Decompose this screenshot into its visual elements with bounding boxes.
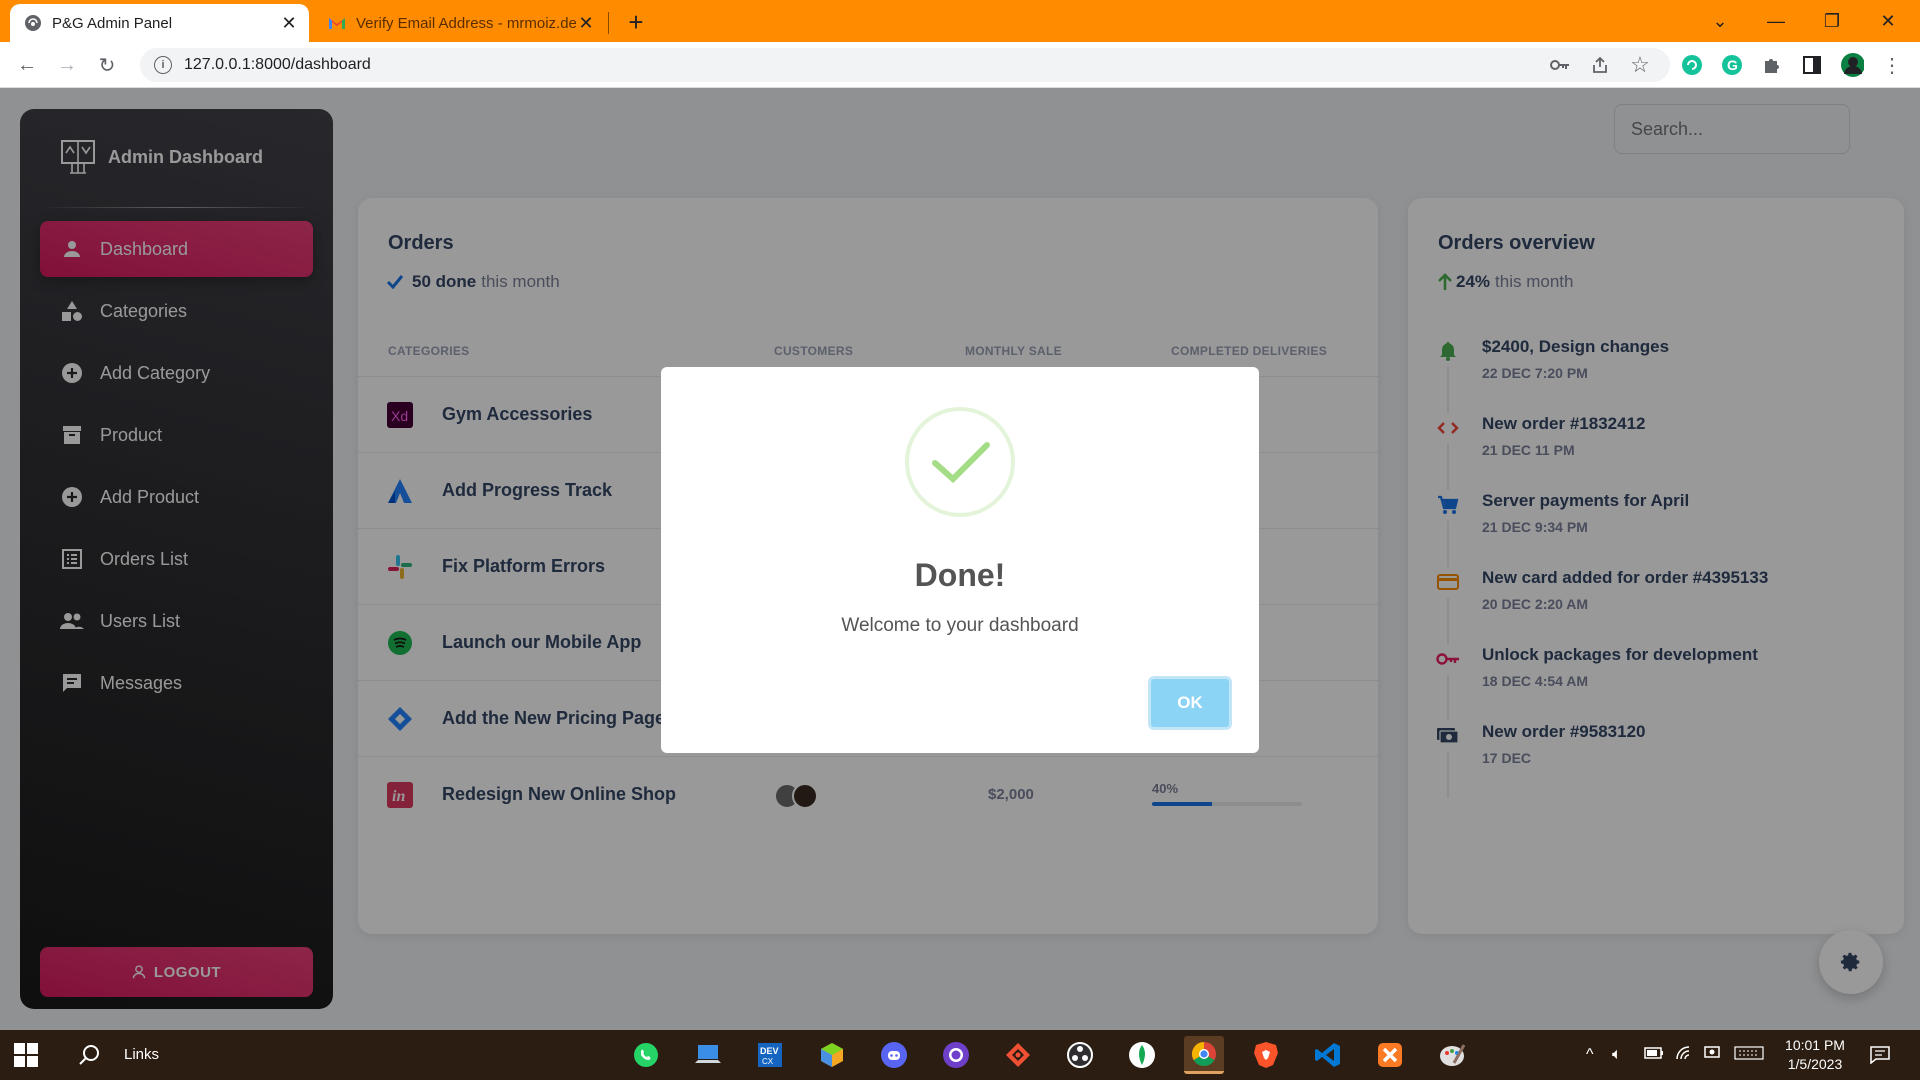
- windows-start-icon[interactable]: [14, 1043, 38, 1067]
- whatsapp-icon[interactable]: [626, 1036, 666, 1074]
- close-tab-icon[interactable]: ✕: [279, 13, 299, 33]
- success-dialog: Done! Welcome to your dashboard OK: [661, 367, 1259, 753]
- close-window-button[interactable]: ✕: [1860, 0, 1916, 42]
- wifi-icon[interactable]: [1676, 1046, 1694, 1065]
- tab-divider: [608, 12, 609, 34]
- tab-title: Verify Email Address - mrmoiz.de: [356, 14, 576, 32]
- gmail-icon: [328, 14, 346, 32]
- svg-text:CX: CX: [762, 1057, 774, 1066]
- minimize-button[interactable]: —: [1748, 0, 1804, 42]
- tab-verify-email[interactable]: Verify Email Address - mrmoiz.de ✕: [318, 4, 606, 42]
- site-info-icon[interactable]: i: [154, 56, 172, 74]
- forward-button[interactable]: →: [52, 50, 82, 80]
- tray-chevron-up-icon[interactable]: ^: [1586, 1046, 1594, 1064]
- laptop-app-icon[interactable]: [688, 1036, 728, 1074]
- devcx-icon[interactable]: DEV CX: [750, 1036, 790, 1074]
- new-tab-button[interactable]: +: [622, 7, 650, 37]
- git-icon[interactable]: [998, 1036, 1038, 1074]
- clock-time: 10:01 PM: [1785, 1037, 1845, 1053]
- paint-app-icon[interactable]: [1432, 1036, 1472, 1074]
- address-bar: ← → ↻ i 127.0.0.1:8000/dashboard ☆ G ⋮: [0, 42, 1920, 88]
- battery-icon[interactable]: [1644, 1046, 1664, 1064]
- grammarly-icon[interactable]: G: [1720, 53, 1744, 77]
- taskbar-search-icon[interactable]: [78, 1044, 100, 1071]
- side-panel-icon[interactable]: [1800, 53, 1824, 77]
- url-text: 127.0.0.1:8000/dashboard: [184, 56, 371, 73]
- windows-taskbar: Links DEV CX ^ 🔈︎ 10:01 PM 1/5/2023: [0, 1030, 1920, 1080]
- restore-button[interactable]: ❐: [1804, 0, 1860, 42]
- github-icon[interactable]: [936, 1036, 976, 1074]
- xampp-icon[interactable]: [1370, 1036, 1410, 1074]
- ok-button[interactable]: OK: [1148, 676, 1232, 730]
- vscode-icon[interactable]: [1308, 1036, 1348, 1074]
- discord-icon[interactable]: [874, 1036, 914, 1074]
- mongodb-icon[interactable]: [1122, 1036, 1162, 1074]
- url-field[interactable]: i 127.0.0.1:8000/dashboard: [140, 48, 1670, 82]
- taskbar-search-label[interactable]: Links: [124, 1046, 159, 1063]
- share-icon[interactable]: [1588, 53, 1612, 77]
- reload-button[interactable]: ↻: [92, 50, 122, 80]
- tab-admin-panel[interactable]: P&G Admin Panel ✕: [10, 4, 309, 42]
- more-menu-icon[interactable]: ⋮: [1880, 53, 1904, 77]
- svg-text:DEV: DEV: [760, 1046, 779, 1056]
- clock-date: 1/5/2023: [1787, 1056, 1843, 1072]
- dialog-message: Welcome to your dashboard: [841, 615, 1079, 636]
- svg-text:G: G: [1727, 57, 1738, 73]
- volume-icon[interactable]: 🔈︎: [1612, 1046, 1622, 1064]
- extensions-puzzle-icon[interactable]: [1760, 53, 1784, 77]
- tab-title: P&G Admin Panel: [52, 14, 173, 32]
- tab-search-icon[interactable]: ⌄: [1692, 0, 1748, 42]
- dialog-title: Done!: [914, 557, 1006, 593]
- chrome-icon[interactable]: [1184, 1036, 1224, 1074]
- extension-green-icon[interactable]: [1680, 53, 1704, 77]
- keyboard-icon[interactable]: [1734, 1046, 1764, 1065]
- profile-avatar[interactable]: [1840, 53, 1864, 77]
- globe-icon: [24, 14, 42, 32]
- key-icon[interactable]: [1548, 53, 1572, 77]
- browser-tab-bar: P&G Admin Panel ✕ Verify Email Address -…: [0, 0, 1920, 42]
- obs-icon[interactable]: [1060, 1036, 1100, 1074]
- cube-app-icon[interactable]: [812, 1036, 852, 1074]
- webcam-icon[interactable]: [1704, 1046, 1720, 1065]
- system-clock[interactable]: 10:01 PM 1/5/2023: [1780, 1036, 1850, 1074]
- back-button[interactable]: ←: [12, 50, 42, 80]
- brave-icon[interactable]: [1246, 1036, 1286, 1074]
- close-tab-icon[interactable]: ✕: [576, 13, 596, 33]
- notifications-icon[interactable]: [1870, 1046, 1890, 1069]
- success-check-icon: [905, 407, 1015, 517]
- bookmark-star-icon[interactable]: ☆: [1628, 52, 1652, 77]
